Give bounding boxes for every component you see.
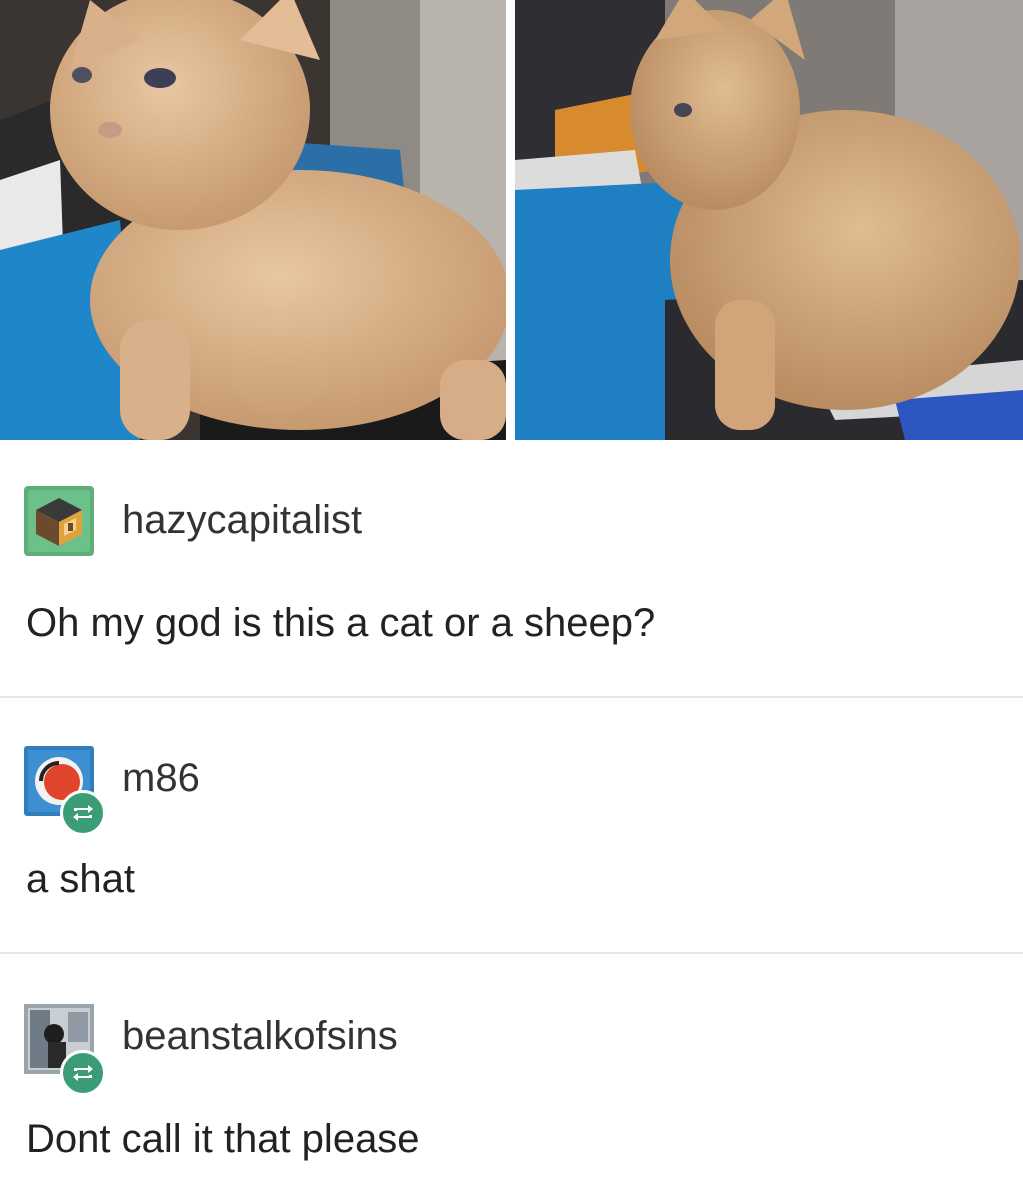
username[interactable]: beanstalkofsins [122, 1012, 398, 1060]
curly-kitten-photo-2[interactable] [515, 0, 1023, 440]
username[interactable]: m86 [122, 754, 200, 802]
username[interactable]: hazycapitalist [122, 496, 362, 544]
box-avatar-icon[interactable] [24, 486, 94, 556]
post-hazycapitalist: hazycapitalist Oh my god is this a cat o… [0, 440, 1023, 698]
post-beanstalkofsins: beanstalkofsins Dont call it that please [0, 954, 1023, 1200]
post-text: Dont call it that please [26, 1117, 420, 1161]
post-text: Oh my god is this a cat or a sheep? [26, 601, 656, 645]
post-text: a shat [26, 857, 135, 901]
curly-kitten-photo-1[interactable] [0, 0, 506, 440]
photo-set [0, 0, 1023, 440]
reblog-icon [60, 790, 106, 836]
reblog-icon [60, 1050, 106, 1096]
post-m86: m86 a shat [0, 698, 1023, 954]
